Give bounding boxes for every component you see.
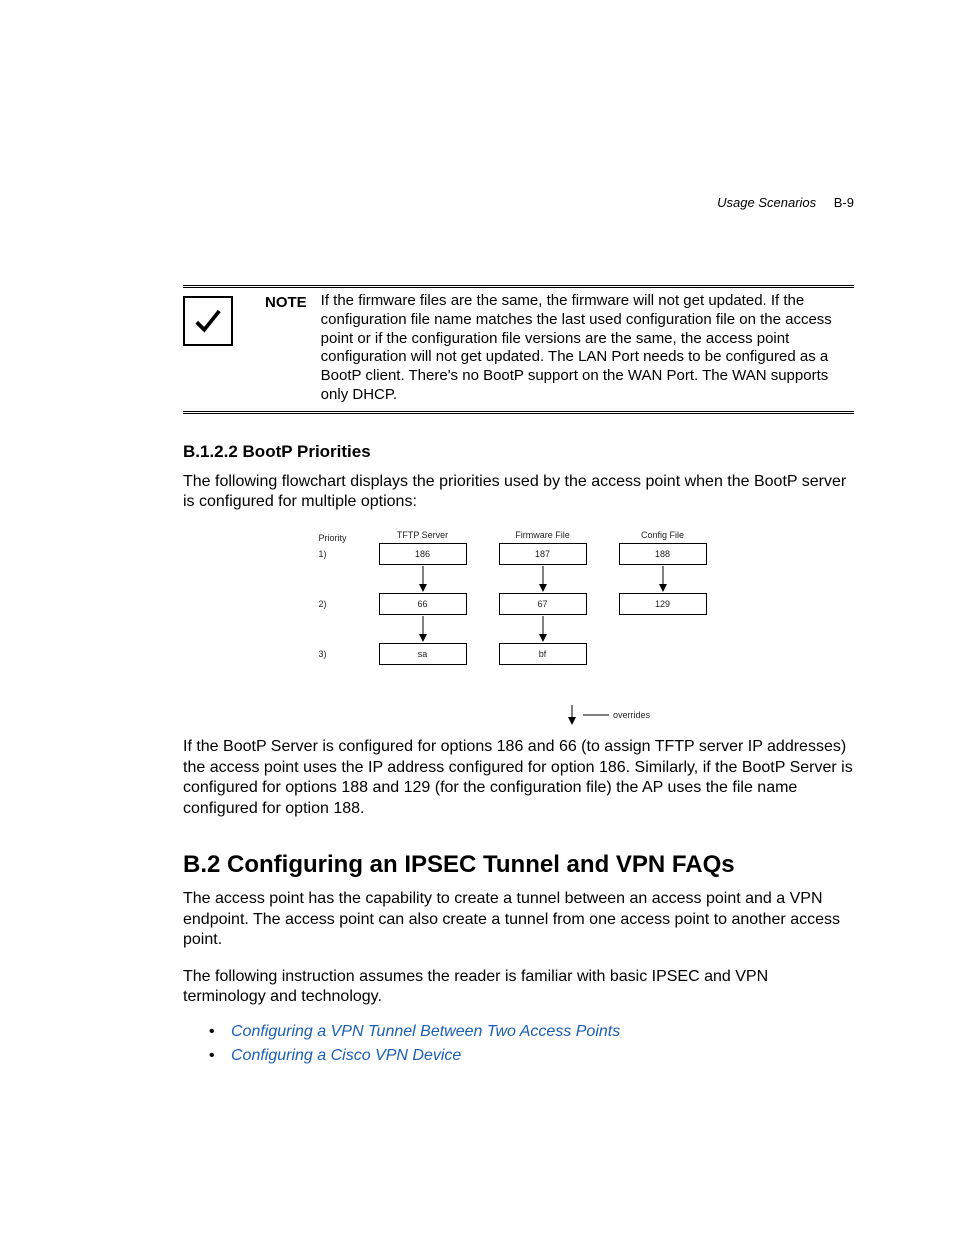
arrow-down-icon bbox=[567, 705, 577, 725]
note-callout: NOTE If the firmware files are the same,… bbox=[183, 285, 854, 414]
cross-reference-link[interactable]: Configuring a VPN Tunnel Between Two Acc… bbox=[231, 1020, 854, 1044]
note-text: If the firmware files are the same, the … bbox=[321, 292, 854, 405]
paragraph: The access point has the capability to c… bbox=[183, 889, 854, 950]
flowchart-box: 186 bbox=[379, 543, 467, 565]
paragraph: If the BootP Server is configured for op… bbox=[183, 737, 854, 819]
arrow-down-icon bbox=[493, 565, 593, 593]
flowchart-box: 187 bbox=[499, 543, 587, 565]
bootp-priority-flowchart: Priority TFTP Server Firmware File Confi… bbox=[319, 530, 719, 725]
flowchart-box: 129 bbox=[619, 593, 707, 615]
flowchart-col-header: TFTP Server bbox=[373, 530, 473, 540]
arrow-down-icon bbox=[373, 565, 473, 593]
flowchart-priority-header: Priority bbox=[319, 531, 373, 543]
heading-b2: B.2 Configuring an IPSEC Tunnel and VPN … bbox=[183, 851, 854, 879]
note-label: NOTE bbox=[265, 294, 307, 311]
cross-reference-link[interactable]: Configuring a Cisco VPN Device bbox=[231, 1044, 854, 1068]
arrow-down-icon bbox=[373, 615, 473, 643]
flowchart-override-legend: overrides bbox=[319, 705, 719, 725]
chapter-name: Usage Scenarios bbox=[717, 195, 816, 210]
flowchart-col-header: Firmware File bbox=[493, 530, 593, 540]
flowchart-box: 67 bbox=[499, 593, 587, 615]
override-label: overrides bbox=[613, 710, 650, 720]
page-number: B-9 bbox=[834, 195, 854, 210]
running-header: Usage Scenarios B-9 bbox=[717, 195, 854, 210]
line-icon bbox=[583, 711, 613, 719]
flowchart-box: 66 bbox=[379, 593, 467, 615]
checkmark-icon bbox=[183, 296, 233, 346]
flowchart-box: 188 bbox=[619, 543, 707, 565]
cross-reference-list: Configuring a VPN Tunnel Between Two Acc… bbox=[183, 1020, 854, 1068]
flowchart-row-priority: 3) bbox=[319, 649, 373, 659]
heading-b122: B.1.2.2 BootP Priorities bbox=[183, 442, 854, 462]
flowchart-col-header: Config File bbox=[613, 530, 713, 540]
flowchart-row-priority: 1) bbox=[319, 549, 373, 559]
flowchart-box: sa bbox=[379, 643, 467, 665]
paragraph: The following instruction assumes the re… bbox=[183, 967, 854, 1008]
arrow-down-icon bbox=[613, 565, 713, 593]
arrow-down-icon bbox=[493, 615, 593, 643]
flowchart-row-priority: 2) bbox=[319, 599, 373, 609]
flowchart-box: bf bbox=[499, 643, 587, 665]
paragraph: The following flowchart displays the pri… bbox=[183, 472, 854, 513]
